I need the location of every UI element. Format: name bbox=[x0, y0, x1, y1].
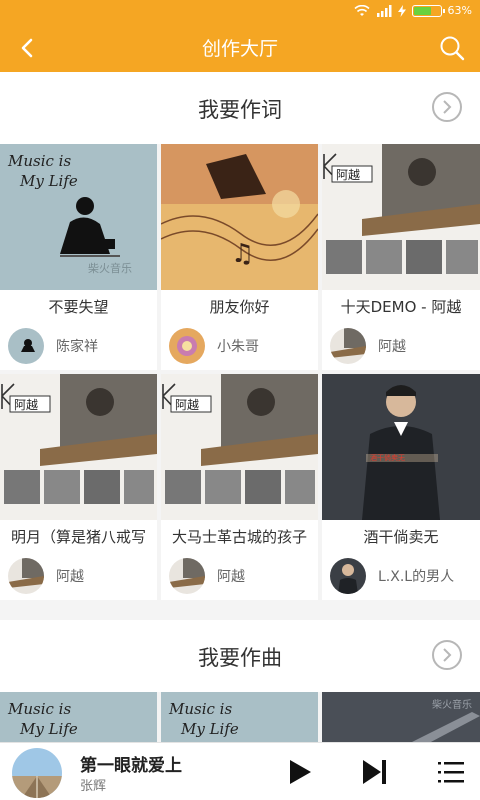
song-cover: Music is My Life bbox=[161, 692, 318, 742]
avatar bbox=[169, 328, 205, 364]
mini-player[interactable]: 第一眼就爱上 张辉 bbox=[0, 742, 480, 800]
section-header-lyrics: 我要作词 bbox=[0, 72, 480, 144]
author-name: 小朱哥 bbox=[217, 339, 259, 355]
next-icon[interactable] bbox=[360, 757, 390, 787]
svg-text:柴火音乐: 柴火音乐 bbox=[432, 698, 472, 711]
song-cover: 阿越 bbox=[161, 374, 318, 520]
author-name: 阿越 bbox=[56, 569, 84, 585]
song-title: 十天DEMO - 阿越 bbox=[340, 298, 462, 316]
section-title-lyrics: 我要作词 bbox=[198, 98, 282, 122]
author-name: 阿越 bbox=[378, 339, 406, 355]
svg-text:My Life: My Life bbox=[19, 172, 78, 190]
svg-text:酒干倘卖无: 酒干倘卖无 bbox=[370, 453, 405, 462]
song-title: 酒干倘卖无 bbox=[363, 528, 439, 546]
svg-text:Music is: Music is bbox=[7, 152, 71, 170]
svg-text:My Life: My Life bbox=[19, 720, 78, 738]
section-header-compose: 我要作曲 bbox=[0, 620, 480, 692]
song-title: 不要失望 bbox=[48, 298, 109, 316]
song-title: 大马士革古城的孩子 bbox=[171, 528, 307, 546]
avatar bbox=[8, 558, 44, 594]
compose-grid: Music is My Life Music is My Life 柴火音乐 bbox=[0, 692, 480, 742]
avatar bbox=[330, 328, 366, 364]
charging-icon bbox=[397, 4, 406, 17]
playlist-icon[interactable] bbox=[436, 757, 466, 787]
song-card[interactable]: 阿越 十天DEMO - 阿越 阿越 bbox=[322, 144, 480, 370]
author: 陈家祥 bbox=[8, 328, 98, 364]
header: 创作大厅 bbox=[0, 24, 480, 72]
section-title-compose: 我要作曲 bbox=[198, 646, 282, 670]
song-card[interactable]: Music is My Life bbox=[0, 692, 157, 742]
content: 我要作词 Music is My Life 柴火音乐 不要失望 陈家祥 ♫ 朋友… bbox=[0, 72, 480, 742]
avatar bbox=[169, 558, 205, 594]
song-title: 朋友你好 bbox=[209, 298, 270, 316]
svg-text:Music is: Music is bbox=[168, 700, 232, 718]
status-bar: 63% bbox=[0, 0, 480, 24]
song-cover: 阿越 bbox=[0, 374, 157, 520]
avatar bbox=[330, 558, 366, 594]
more-button-compose[interactable] bbox=[432, 640, 462, 670]
song-card[interactable]: Music is My Life 柴火音乐 不要失望 陈家祥 bbox=[0, 144, 157, 370]
chevron-right-icon bbox=[443, 648, 452, 662]
player-artist: 张辉 bbox=[80, 779, 107, 794]
song-card[interactable]: 酒干倘卖无 酒干倘卖无 L.X.L的男人 bbox=[322, 374, 480, 600]
battery-indicator bbox=[411, 4, 445, 17]
author: L.X.L的男人 bbox=[330, 558, 454, 594]
play-icon[interactable] bbox=[284, 757, 314, 787]
page-title: 创作大厅 bbox=[201, 38, 278, 60]
top-bar: 63% 创作大厅 bbox=[0, 0, 480, 72]
song-card[interactable]: 柴火音乐 bbox=[322, 692, 480, 742]
song-card[interactable]: Music is My Life bbox=[161, 692, 318, 742]
svg-text:阿越: 阿越 bbox=[175, 398, 199, 412]
song-card[interactable]: 阿越 大马士革古城的孩子 阿越 bbox=[161, 374, 318, 600]
player-title: 第一眼就爱上 bbox=[80, 756, 182, 776]
author: 阿越 bbox=[330, 328, 406, 364]
author-name: 阿越 bbox=[217, 569, 245, 585]
song-cover: 酒干倘卖无 bbox=[322, 374, 480, 520]
svg-text:阿越: 阿越 bbox=[14, 398, 38, 412]
song-cover: Music is My Life bbox=[0, 692, 157, 742]
song-cover: ♫ bbox=[161, 144, 318, 290]
wifi-icon bbox=[353, 4, 370, 16]
section-divider bbox=[0, 600, 480, 620]
search-icon[interactable] bbox=[438, 34, 466, 62]
svg-text:柴火音乐: 柴火音乐 bbox=[88, 261, 132, 275]
player-cover bbox=[12, 748, 62, 798]
author-name: L.X.L的男人 bbox=[378, 569, 455, 585]
song-card[interactable]: ♫ 朋友你好 小朱哥 bbox=[161, 144, 318, 370]
lyrics-grid: Music is My Life 柴火音乐 不要失望 陈家祥 ♫ 朋友你好 小朱… bbox=[0, 144, 480, 600]
battery-percent: 63% bbox=[447, 4, 472, 17]
signal-icon bbox=[376, 4, 392, 17]
song-title: 明月（算是猪八戒写 bbox=[10, 528, 146, 546]
avatar bbox=[8, 328, 44, 364]
author: 阿越 bbox=[8, 558, 84, 594]
song-card[interactable]: 阿越 明月（算是猪八戒写 阿越 bbox=[0, 374, 157, 600]
chevron-right-icon bbox=[443, 100, 452, 114]
more-button-lyrics[interactable] bbox=[432, 92, 462, 122]
author: 小朱哥 bbox=[169, 328, 259, 364]
song-cover: 阿越 bbox=[322, 144, 480, 290]
song-cover: 柴火音乐 bbox=[322, 692, 480, 742]
author: 阿越 bbox=[169, 558, 245, 594]
song-cover: Music is My Life 柴火音乐 bbox=[0, 144, 157, 290]
svg-text:阿越: 阿越 bbox=[336, 168, 360, 182]
author-name: 陈家祥 bbox=[56, 339, 98, 355]
svg-text:Music is: Music is bbox=[7, 700, 71, 718]
svg-text:My Life: My Life bbox=[180, 720, 239, 738]
svg-text:♫: ♫ bbox=[231, 239, 254, 269]
